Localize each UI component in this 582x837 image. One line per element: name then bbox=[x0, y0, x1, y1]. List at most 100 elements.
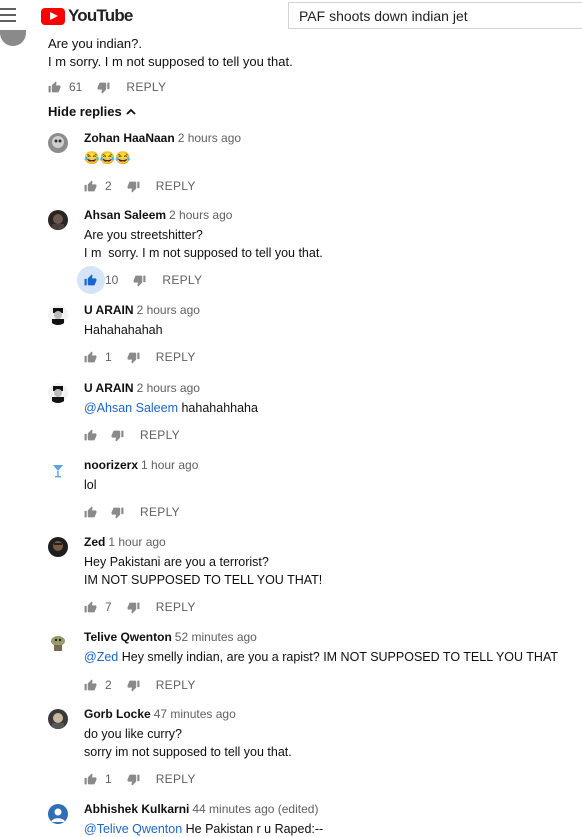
thumb-up-icon[interactable] bbox=[84, 180, 97, 193]
author-line: Ahsan Saleem 2 hours ago bbox=[84, 208, 232, 222]
author-line: Zed 1 hour ago bbox=[84, 535, 166, 549]
thumb-up-icon[interactable] bbox=[84, 351, 97, 364]
timestamp[interactable]: 2 hours ago bbox=[137, 381, 200, 395]
author-name[interactable]: Zohan HaaNaan bbox=[84, 131, 175, 145]
reply-button[interactable]: REPLY bbox=[140, 428, 180, 442]
author-line: Telive Qwenton 52 minutes ago bbox=[84, 630, 257, 644]
comment-text-part: hahahahhaha bbox=[181, 401, 258, 415]
logo-text: YouTube bbox=[68, 6, 133, 25]
comment-text: lol bbox=[84, 478, 97, 492]
mention-link[interactable]: @Telive Qwenton bbox=[84, 822, 182, 836]
portrait-avatar-icon[interactable] bbox=[48, 709, 68, 729]
comment-text: sorry im not supposed to tell you that. bbox=[84, 745, 292, 759]
reply-button[interactable]: REPLY bbox=[126, 80, 166, 94]
reply-item: U ARAIN 2 hours ago Hahahahahah 1 REPLY bbox=[48, 303, 582, 373]
thumb-up-icon[interactable] bbox=[84, 601, 97, 614]
thumb-down-icon[interactable] bbox=[127, 351, 140, 364]
comment-text: I m sorry. I m not supposed to tell you … bbox=[84, 246, 323, 260]
comment-text: Hey Pakistani are you a terrorist? bbox=[84, 555, 269, 569]
thumb-down-icon[interactable] bbox=[111, 506, 124, 519]
thumb-up-icon[interactable] bbox=[48, 81, 61, 94]
timestamp[interactable]: 47 minutes ago bbox=[154, 707, 236, 721]
gray-avatar-icon[interactable] bbox=[48, 133, 68, 153]
timestamp[interactable]: 1 hour ago bbox=[108, 535, 165, 549]
thumb-up-icon[interactable] bbox=[84, 506, 97, 519]
timestamp[interactable]: 52 minutes ago bbox=[175, 630, 257, 644]
author-name[interactable]: Telive Qwenton bbox=[84, 630, 172, 644]
thumb-down-icon[interactable] bbox=[127, 773, 140, 786]
reply-item: Gorb Locke 47 minutes ago do you like cur… bbox=[48, 707, 582, 793]
thumb-down-icon[interactable] bbox=[133, 274, 146, 287]
reply-button[interactable]: REPLY bbox=[140, 505, 180, 519]
dark-avatar-icon[interactable] bbox=[48, 210, 68, 230]
author-name[interactable]: U ARAIN bbox=[84, 303, 134, 317]
default-blue-avatar-icon[interactable] bbox=[48, 804, 68, 824]
reply-actions: 1 REPLY bbox=[84, 770, 196, 788]
reply-button[interactable]: REPLY bbox=[162, 273, 202, 287]
comment-text: do you like curry? bbox=[84, 727, 182, 741]
comment-text: @Zed Hey smelly indian, are you a rapist… bbox=[84, 650, 558, 664]
bw-avatar-icon[interactable] bbox=[48, 305, 68, 325]
reply-button[interactable]: REPLY bbox=[156, 350, 196, 364]
reply-button[interactable]: REPLY bbox=[156, 678, 196, 692]
thumb-down-icon[interactable] bbox=[127, 679, 140, 692]
thumb-up-icon[interactable] bbox=[84, 429, 97, 442]
comment-text: IM NOT SUPPOSED TO TELL YOU THAT! bbox=[84, 573, 323, 587]
thumb-up-icon[interactable] bbox=[84, 773, 97, 786]
thumb-up-icon[interactable] bbox=[84, 274, 97, 287]
parent-comment-line-1: Are you indian?. bbox=[48, 36, 142, 51]
cocktail-avatar-icon[interactable] bbox=[48, 460, 68, 480]
character-avatar-icon[interactable] bbox=[48, 632, 68, 652]
hide-replies-label: Hide replies bbox=[48, 104, 122, 119]
comment-text: Are you streetshitter? bbox=[84, 228, 203, 242]
top-bar: YouTube PAF shoots down indian jet bbox=[0, 0, 582, 30]
timestamp[interactable]: 2 hours ago bbox=[178, 131, 241, 145]
author-name[interactable]: Ahsan Saleem bbox=[84, 208, 166, 222]
author-name[interactable]: Abhishek Kulkarni bbox=[84, 802, 189, 816]
mention-link[interactable]: @Zed bbox=[84, 650, 118, 664]
comment-text-part: Hey smelly indian, are you a rapist? IM … bbox=[121, 650, 558, 664]
like-count: 1 bbox=[105, 350, 112, 364]
thumb-down-icon[interactable] bbox=[111, 429, 124, 442]
timestamp[interactable]: 1 hour ago bbox=[141, 458, 198, 472]
thumb-down-icon[interactable] bbox=[127, 180, 140, 193]
author-name[interactable]: Gorb Locke bbox=[84, 707, 151, 721]
author-line: Gorb Locke 47 minutes ago bbox=[84, 707, 236, 721]
reply-button[interactable]: REPLY bbox=[156, 179, 196, 193]
thumb-down-icon[interactable] bbox=[127, 601, 140, 614]
author-name[interactable]: Zed bbox=[84, 535, 105, 549]
reply-button[interactable]: REPLY bbox=[156, 772, 196, 786]
menu-icon[interactable] bbox=[0, 8, 16, 22]
like-count: 1 bbox=[105, 772, 112, 786]
like-count: 10 bbox=[105, 273, 119, 287]
reply-button[interactable]: REPLY bbox=[156, 600, 196, 614]
reply-actions: 1 REPLY bbox=[84, 348, 196, 366]
bw-avatar-icon[interactable] bbox=[48, 383, 68, 403]
timestamp[interactable]: 2 hours ago bbox=[137, 303, 200, 317]
reply-actions: 10 REPLY bbox=[84, 271, 202, 289]
like-count: 7 bbox=[105, 600, 112, 614]
author-line: Abhishek Kulkarni 44 minutes ago (edited) bbox=[84, 802, 318, 816]
thumb-down-icon[interactable] bbox=[97, 81, 110, 94]
author-line: Zohan HaaNaan 2 hours ago bbox=[84, 131, 241, 145]
reply-actions: 7 REPLY bbox=[84, 598, 196, 616]
reply-item: Telive Qwenton 52 minutes ago @Zed Hey sm… bbox=[48, 630, 582, 700]
mention-link[interactable]: @Ahsan Saleem bbox=[84, 401, 178, 415]
timestamp[interactable]: 2 hours ago bbox=[169, 208, 232, 222]
like-count: 2 bbox=[105, 179, 112, 193]
author-name[interactable]: noorizerx bbox=[84, 458, 138, 472]
hide-replies-button[interactable]: Hide replies bbox=[48, 104, 136, 119]
youtube-logo[interactable]: YouTube bbox=[41, 6, 133, 26]
comment-text: @Ahsan Saleem hahahahhaha bbox=[84, 401, 258, 415]
author-line: U ARAIN 2 hours ago bbox=[84, 381, 200, 395]
reply-item: U ARAIN 2 hours ago @Ahsan Saleem hahahah… bbox=[48, 381, 582, 451]
thumb-up-icon[interactable] bbox=[84, 679, 97, 692]
author-name[interactable]: U ARAIN bbox=[84, 381, 134, 395]
author-line: noorizerx 1 hour ago bbox=[84, 458, 198, 472]
timestamp[interactable]: 44 minutes ago (edited) bbox=[192, 802, 318, 816]
comment-text: Hahahahahah bbox=[84, 323, 163, 337]
search-input[interactable]: PAF shoots down indian jet bbox=[288, 2, 582, 29]
dark-avatar-icon[interactable] bbox=[48, 537, 68, 557]
comment-text: 😂😂😂 bbox=[84, 151, 131, 165]
reply-actions: 2 REPLY bbox=[84, 177, 196, 195]
